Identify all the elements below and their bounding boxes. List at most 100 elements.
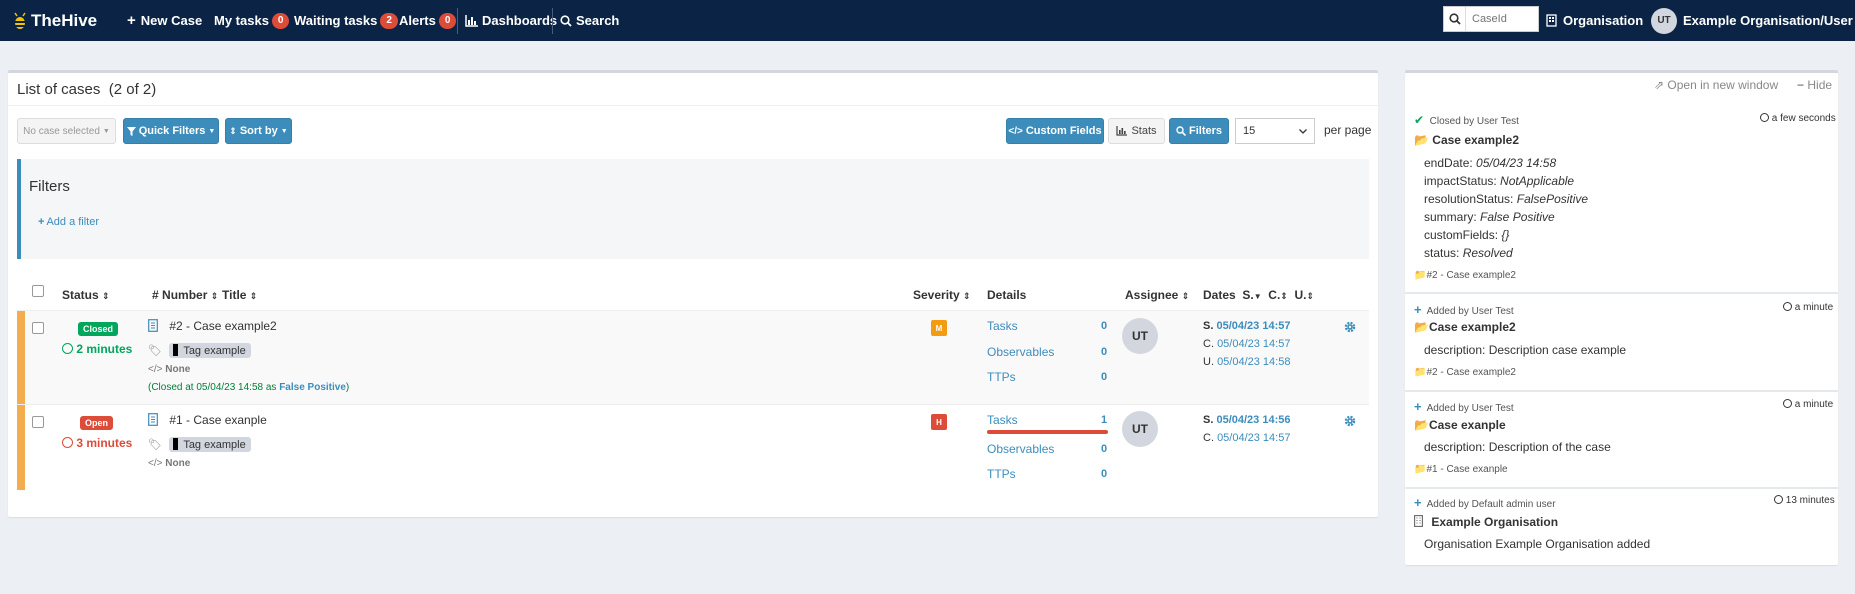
start-date-value: 05/04/23 14:57 [1216, 320, 1291, 332]
waiting-tasks-link[interactable]: Waiting tasks 2 [294, 0, 398, 41]
sort-updated-date[interactable]: U.⇕ [1295, 288, 1315, 302]
tasks-link[interactable]: Tasks [987, 319, 1018, 333]
my-tasks-link[interactable]: My tasks 0 [214, 0, 290, 41]
clock-icon [62, 437, 73, 448]
assignee-avatar: UT [1122, 411, 1158, 447]
new-case-link[interactable]: + New Case [127, 0, 202, 41]
row-checkbox[interactable] [32, 322, 44, 334]
stream-title[interactable]: 📂 Case example2 [1414, 133, 1519, 147]
stream-title[interactable]: Example Organisation [1414, 515, 1558, 529]
per-page-select[interactable]: 15 [1235, 118, 1315, 144]
case-title-link[interactable]: #1 - Case exanple [148, 413, 267, 427]
caseid-search-button[interactable] [1444, 7, 1466, 31]
created-date-value: 05/04/23 14:57 [1217, 338, 1291, 350]
clock-icon [1783, 302, 1792, 311]
start-date-value: 05/04/23 14:56 [1216, 414, 1291, 426]
folder-icon: 📁 [1414, 367, 1427, 378]
column-severity[interactable]: Severity ⇕ [913, 288, 971, 302]
stream-time: a few seconds [1760, 113, 1836, 124]
stream-title[interactable]: 📂Case example2 [1414, 320, 1516, 334]
filters-button[interactable]: Filters [1169, 118, 1229, 144]
add-filter-link[interactable]: + Add a filter [38, 216, 99, 228]
plus-icon: + [1414, 495, 1422, 510]
column-assignee[interactable]: Assignee ⇕ [1125, 288, 1189, 302]
brand-logo[interactable]: TheHive [12, 0, 97, 41]
status-label: Open [80, 416, 114, 430]
case-title-link[interactable]: #2 - Case example2 [148, 319, 277, 333]
gear-icon[interactable] [1344, 321, 1356, 333]
bulk-actions-dropdown[interactable]: No case selected ▼ [17, 118, 116, 144]
stream-action: + Added by Default admin user [1414, 495, 1556, 510]
user-menu[interactable]: UT Example Organisation/User Test [1651, 0, 1855, 41]
organisation-link[interactable]: Organisation [1546, 0, 1643, 41]
search-link[interactable]: Search [560, 0, 619, 41]
start-date-label: S. [1203, 320, 1214, 332]
sort-created-date[interactable]: C.⇕ [1268, 288, 1288, 302]
ttps-link[interactable]: TTPs [987, 467, 1016, 481]
sort-start-date[interactable]: S.▼ [1242, 288, 1261, 302]
case-tags: 🏷 Tag example [148, 343, 251, 358]
alerts-link[interactable]: Alerts 0 [399, 0, 457, 41]
custom-fields-button[interactable]: </> Custom Fields [1006, 118, 1104, 144]
bulk-actions-label: No case selected [23, 125, 100, 137]
stream-title-text: Case example2 [1428, 320, 1516, 334]
brand-name: TheHive [31, 10, 98, 30]
select-all-checkbox[interactable] [32, 285, 44, 297]
observables-link[interactable]: Observables [987, 345, 1054, 359]
minus-icon: − [1797, 78, 1805, 92]
top-navbar: TheHive + New Case My tasks 0 Waiting task… [0, 0, 1855, 41]
clock-icon [1774, 495, 1783, 504]
tag-color [173, 438, 179, 450]
folder-icon: 📁 [1414, 270, 1427, 281]
gear-icon[interactable] [1344, 415, 1356, 427]
stats-button[interactable]: Stats [1108, 118, 1165, 144]
stream-case-ref[interactable]: 📁#2 - Case example2 [1414, 270, 1516, 281]
status-badge: Closed [78, 321, 119, 336]
quick-filters-button[interactable]: Quick Filters ▼ [123, 118, 219, 144]
stream-time-text: a minute [1794, 399, 1834, 410]
observables-link[interactable]: Observables [987, 442, 1054, 456]
plus-icon: + [1414, 399, 1422, 414]
stream-case-ref[interactable]: 📁#1 - Case exanple [1414, 464, 1508, 475]
sort-by-button[interactable]: ⇕ Sort by ▼ [225, 118, 292, 144]
custom-fields-none: None [165, 458, 191, 469]
stream-title-text: Case example2 [1432, 133, 1520, 147]
column-status[interactable]: Status ⇕ [62, 288, 110, 302]
nav-divider [457, 8, 458, 34]
page-title: List of cases (2 of 2) [17, 81, 156, 98]
column-status-label: Status [62, 288, 99, 302]
alerts-badge: 0 [438, 12, 457, 29]
stream-case-ref-text: #1 - Case exanple [1426, 464, 1508, 475]
stream-title[interactable]: 📂Case exanple [1414, 418, 1506, 432]
my-tasks-label: My tasks [214, 13, 269, 28]
custom-fields-label: Custom Fields [1025, 125, 1102, 137]
case-age: 2 minutes [62, 342, 132, 356]
alerts-label: Alerts [399, 13, 436, 28]
stream-case-ref[interactable]: 📁#2 - Case example2 [1414, 367, 1516, 378]
folder-open-icon: 📂 [1414, 320, 1429, 334]
column-title[interactable]: Title ⇕ [222, 288, 257, 302]
ttps-count: 0 [1101, 468, 1108, 480]
case-age-text: 2 minutes [76, 342, 133, 356]
open-new-window-link[interactable]: ⇗ Open in new window [1654, 78, 1778, 92]
stream-field: endDate: 05/04/23 14:58 [1424, 156, 1556, 170]
hide-label: Hide [1807, 78, 1833, 92]
stream-action: + Added by User Test [1414, 302, 1514, 317]
hide-stream-link[interactable]: − Hide [1797, 78, 1832, 92]
tasks-link[interactable]: Tasks [987, 413, 1018, 427]
severity-badge: M [931, 320, 947, 336]
chevron-down-icon [1299, 128, 1307, 134]
column-number[interactable]: # Number ⇕ [152, 288, 218, 302]
tag[interactable]: Tag example [169, 437, 251, 452]
ttps-link[interactable]: TTPs [987, 370, 1016, 384]
tag[interactable]: Tag example [169, 343, 251, 358]
field-key: status: [1424, 246, 1460, 260]
field-value: False Positive [1480, 210, 1555, 224]
case-title: #2 - Case example2 [169, 319, 277, 333]
tag-label: Tag example [183, 439, 246, 451]
dashboards-link[interactable]: Dashboards [465, 0, 557, 41]
stream-action-text: Added by User Test [1426, 403, 1514, 414]
row-checkbox[interactable] [32, 416, 44, 428]
caseid-input[interactable] [1472, 8, 1538, 30]
stream-field: impactStatus: NotApplicable [1424, 174, 1574, 188]
